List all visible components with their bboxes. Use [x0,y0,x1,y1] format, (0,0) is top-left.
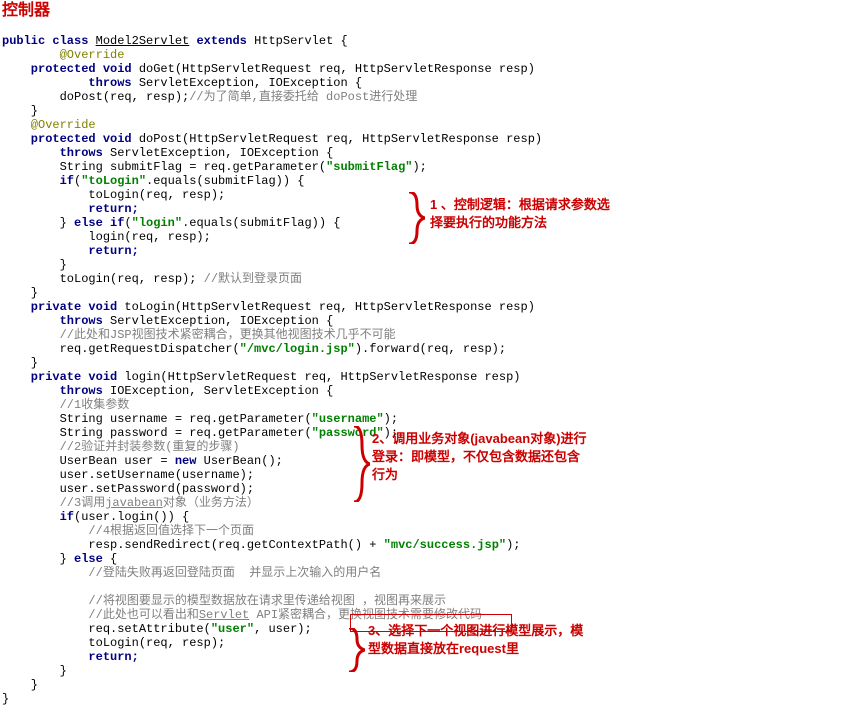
code-block: public class Model2Servlet extends HttpS… [0,20,860,706]
t: req.setAttribute( [2,622,211,636]
t: ServletException, IOException { [110,146,333,160]
t: resp.sendRedirect(req.getContextPath() + [2,538,384,552]
comment: javabean [105,496,163,510]
annotation-override: @Override [2,118,96,132]
kw: protected void [2,132,139,146]
t: } [2,258,67,272]
kw: return; [2,650,139,664]
comment: //登陆失败再返回登陆页面 并显示上次输入的用户名 [2,566,381,580]
kw: throws [2,146,110,160]
brace-icon [345,628,363,672]
t: String password = req.getParameter( [2,426,312,440]
t: ( [124,216,131,230]
comment: //3调用 [2,496,105,510]
t: doPost(HttpServletRequest req, HttpServl… [139,132,542,146]
t: toLogin(HttpServletRequest req, HttpServ… [124,300,534,314]
comment: //4根据返回值选择下一个页面 [2,524,254,538]
t: login(req, resp); [2,230,211,244]
t: doPost(req, resp); [2,90,189,104]
t: ); [412,160,426,174]
kw: else [74,552,110,566]
kw: protected void [2,62,139,76]
annotation-1: 1 、控制逻辑：根据请求参数选择要执行的功能方法 [430,196,610,232]
t: ServletException, IOException { [139,76,362,90]
comment: //将视图要显示的模型数据放在请求里传递给视图 ，视图再来展示 [2,594,446,608]
t: login(HttpServletRequest req, HttpServle… [124,370,520,384]
t: } [2,216,74,230]
comment: //此处也可以看出和 [2,608,199,622]
comment: //此处和JSP视图技术紧密耦合，更换其他视图技术几乎不可能 [2,328,396,342]
kw: new [175,454,204,468]
t: } [2,664,67,678]
t: req.getRequestDispatcher( [2,342,240,356]
kw: throws [2,384,110,398]
annotation-override: @Override [2,48,124,62]
string: "login" [132,216,182,230]
t: } [2,286,38,300]
string: "mvc/success.jsp" [384,538,506,552]
comment: //2验证并封装参数(重复的步骤) [2,440,240,454]
class-name: Model2Servlet [96,34,190,48]
kw: else if [74,216,124,230]
t: .equals(submitFlag)) { [146,174,304,188]
string: "submitFlag" [326,160,412,174]
kw: public class [2,34,96,48]
annotation-3: 3、选择下一个视图进行模型展示，模型数据直接放在request里 [368,622,588,658]
t: } [2,104,38,118]
annotation-2: 2、调用业务对象(javabean对象)进行登录：即模型，不仅包含数据还包含行为 [372,430,592,484]
comment: //为了简单,直接委托给 doPost进行处理 [189,90,417,104]
brace-icon [405,192,423,244]
t: ); [384,412,398,426]
kw: if [2,174,74,188]
string: "user" [211,622,254,636]
t: HttpServlet { [254,34,348,48]
t: ServletException, IOException { [110,314,333,328]
kw: private void [2,300,124,314]
t: UserBean user = [2,454,175,468]
comment: 对象（业务方法） [163,496,259,510]
comment: Servlet [199,608,249,622]
t: IOException, ServletException { [110,384,333,398]
kw: throws [2,314,110,328]
string: "toLogin" [81,174,146,188]
page-title: 控制器 [0,0,860,20]
string: "username" [312,412,384,426]
t: { [110,552,117,566]
kw: return; [2,202,139,216]
brace-icon [350,426,368,502]
t: String submitFlag = req.getParameter( [2,160,326,174]
t: ); [506,538,520,552]
kw: throws [2,76,139,90]
t: } [2,692,9,706]
t: String username = req.getParameter( [2,412,312,426]
kw: extends [189,34,254,48]
t: ).forward(req, resp); [355,342,506,356]
kw: private void [2,370,124,384]
t: user.setUsername(username); [2,468,254,482]
t: doGet(HttpServletRequest req, HttpServle… [139,62,535,76]
t: (user.login()) { [74,510,189,524]
comment: //默认到登录页面 [204,272,302,286]
t: } [2,552,74,566]
t: toLogin(req, resp); [2,636,225,650]
comment: //1收集参数 [2,398,129,412]
t: toLogin(req, resp); [2,188,225,202]
t: } [2,356,38,370]
kw: return; [2,244,139,258]
t: UserBean(); [204,454,283,468]
t: toLogin(req, resp); [2,272,204,286]
string: "/mvc/login.jsp" [240,342,355,356]
t: , user); [254,622,312,636]
t: .equals(submitFlag)) { [182,216,340,230]
kw: if [2,510,74,524]
t: user.setPassword(password); [2,482,254,496]
